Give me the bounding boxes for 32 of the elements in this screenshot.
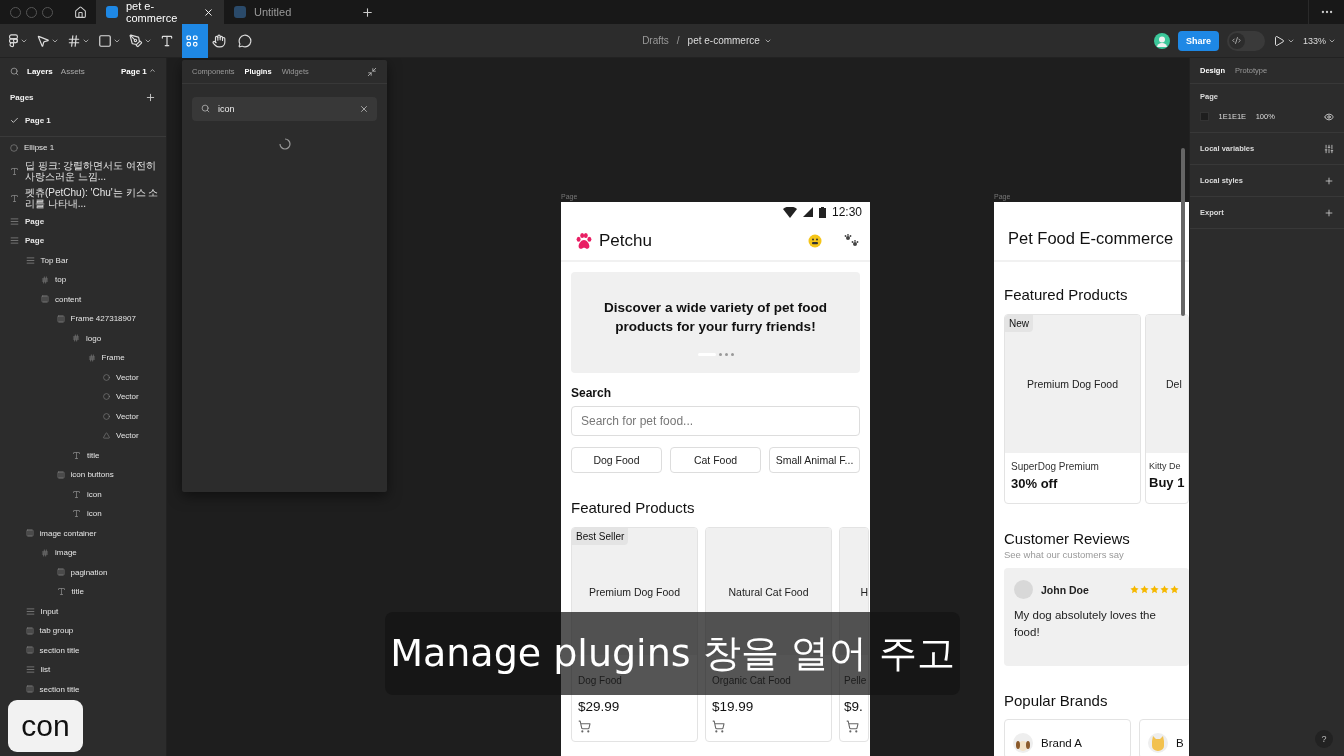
product-image-label: Del [1166,378,1182,390]
breadcrumb-separator: / [676,35,680,46]
product-badge: New [1005,315,1033,332]
product-name: Pelle [843,674,868,688]
review-text: My dog absolutely loves the food! [1014,608,1157,640]
section-title: Featured Products [1004,286,1129,303]
product-offer: Buy 1 [1148,474,1186,490]
product-offer: 30% off [1010,475,1059,491]
keystroke-overlay: con [8,700,83,752]
product-image-label: Natural Cat Food [728,585,809,598]
product-price: $19.99 [711,698,755,714]
product-name: Kitty De [1148,460,1182,471]
app-title: Petchu [599,231,653,251]
section-title: Popular Brands [1004,692,1109,709]
section-subtitle: See what our customers say [1004,549,1125,560]
reviewer-name: John Doe [1041,583,1090,596]
product-price: $9. [843,698,864,714]
product-image-label: Premium Dog Food [588,585,680,598]
section-title: Customer Reviews [1004,530,1131,547]
pages-heading: Pages [10,92,34,102]
product-price: $29.99 [577,698,621,714]
section-title: Featured Products [571,499,696,516]
brand-name: Brand A [1041,737,1082,749]
banner-text: Discover a wide variety of pet food products for your furry friends! [603,299,828,336]
search-label: Search [571,386,613,400]
page-title: Pet Food E-commerce [1008,228,1174,248]
product-image-label: Premium Dog Food [1026,378,1118,390]
status-time: 12:30 [831,205,862,219]
brand-name: B [1176,737,1184,749]
product-badge: Best Seller [572,528,629,545]
product-image-label: H [860,585,868,598]
product-name: SuperDog Premium [1010,460,1100,472]
